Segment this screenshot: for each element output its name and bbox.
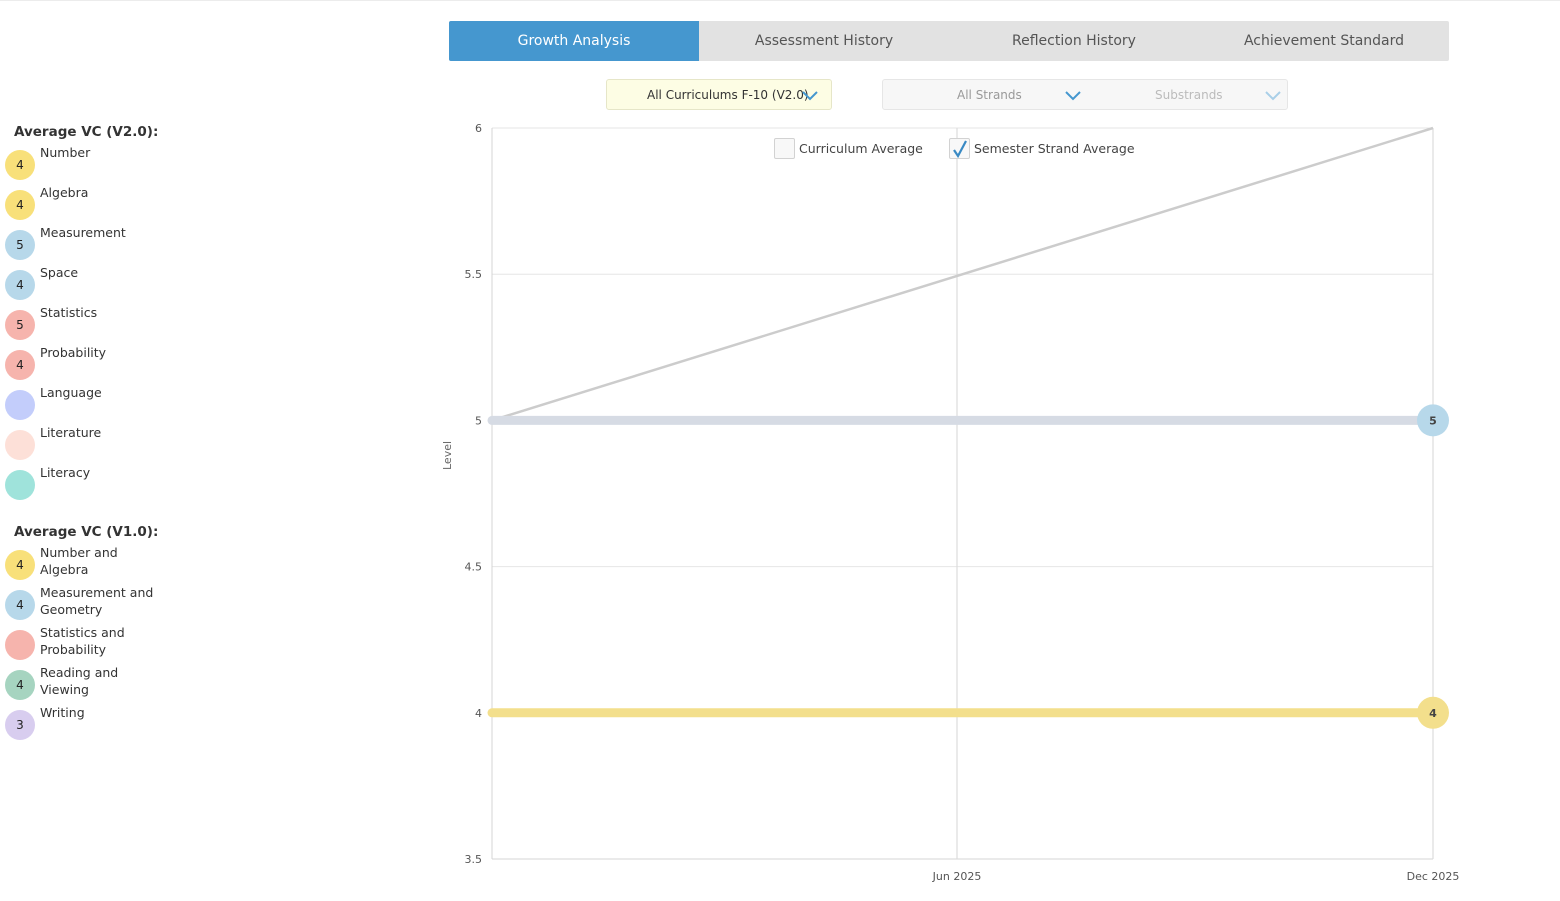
- legend-item-label: Literature: [40, 425, 102, 440]
- y-tick-label: 3.5: [465, 853, 483, 866]
- legend-level-badge: 4: [5, 670, 35, 700]
- legend-level-badge: 4: [5, 270, 35, 300]
- growth-chart: 6 5.5 5 4.5 4 3.5 Jun 2025 Dec 2025 Level 5 4 Curr…: [440, 115, 1480, 895]
- legend-group-title: Average VC (V1.0):: [14, 524, 159, 540]
- legend-item[interactable]: 4 Reading and Viewing: [5, 665, 160, 700]
- legend-item-label: Number and Algebra: [40, 545, 118, 577]
- y-tick-label: 5: [475, 414, 482, 427]
- legend-item[interactable]: Statistics and Probability: [5, 625, 160, 660]
- series-end-label: 5: [1429, 414, 1437, 427]
- legend-level-badge: [5, 630, 35, 660]
- chevron-down-icon[interactable]: [1065, 91, 1081, 101]
- legend-item-label: Space: [40, 265, 79, 280]
- curriculum-average-checkbox[interactable]: [774, 138, 795, 159]
- curriculum-average-toggle[interactable]: Curriculum Average: [774, 138, 923, 159]
- y-tick-label: 4: [475, 707, 482, 720]
- strand-select-value[interactable]: All Strands: [957, 88, 1022, 102]
- tab-assessment-history[interactable]: Assessment History: [699, 21, 949, 61]
- chevron-down-icon: [802, 91, 818, 101]
- legend-level-badge: [5, 470, 35, 500]
- legend-level-badge: [5, 430, 35, 460]
- tab-growth-analysis[interactable]: Growth Analysis: [449, 21, 699, 61]
- legend-item-label: Language: [40, 385, 102, 400]
- semester-strand-average-checkbox[interactable]: [949, 138, 970, 159]
- legend-level-badge: 4: [5, 550, 35, 580]
- legend-item-label: Statistics and Probability: [40, 625, 125, 657]
- legend-item[interactable]: 5 Statistics: [5, 305, 160, 340]
- legend-level-badge: [5, 390, 35, 420]
- legend-item[interactable]: 3 Writing: [5, 705, 160, 740]
- x-tick-label: Jun 2025: [932, 870, 982, 883]
- legend-item-label: Algebra: [40, 185, 89, 200]
- legend-item[interactable]: Language: [5, 385, 160, 420]
- legend-level-badge: 5: [5, 230, 35, 260]
- legend-level-badge: 4: [5, 590, 35, 620]
- legend-item-label: Literacy: [40, 465, 91, 480]
- curriculum-select-value: All Curriculums F-10 (V2.0): [647, 87, 809, 102]
- legend-item[interactable]: 4 Space: [5, 265, 160, 300]
- legend-item-label: Measurement: [40, 225, 126, 240]
- legend-item[interactable]: Literature: [5, 425, 160, 460]
- checkmark-icon: [953, 140, 967, 158]
- series-end-label: 4: [1429, 707, 1437, 720]
- tab-achievement-standard[interactable]: Achievement Standard: [1199, 21, 1449, 61]
- legend-level-badge: 3: [5, 710, 35, 740]
- legend-group-title: Average VC (V2.0):: [14, 124, 159, 140]
- curriculum-average-label: Curriculum Average: [799, 141, 923, 156]
- legend-item[interactable]: Literacy: [5, 465, 160, 500]
- y-tick-label: 5.5: [465, 268, 483, 281]
- legend-item-label: Statistics: [40, 305, 98, 320]
- legend-item-label: Measurement and Geometry: [40, 585, 154, 617]
- legend-level-badge: 4: [5, 350, 35, 380]
- y-tick-label: 6: [475, 122, 482, 135]
- growth-chart-svg: 6 5.5 5 4.5 4 3.5 Jun 2025 Dec 2025 Level 5 4: [441, 122, 1460, 883]
- top-divider: [0, 0, 1560, 1]
- legend-item[interactable]: 4 Algebra: [5, 185, 160, 220]
- semester-strand-average-toggle[interactable]: Semester Strand Average: [949, 138, 1135, 159]
- legend-item-label: Writing: [40, 705, 85, 720]
- legend-item-label: Reading and Viewing: [40, 665, 119, 697]
- legend-item[interactable]: 4 Measurement and Geometry: [5, 585, 160, 620]
- y-axis-title: Level: [441, 441, 454, 470]
- legend-item[interactable]: 4 Number and Algebra: [5, 545, 160, 580]
- legend-level-badge: 5: [5, 310, 35, 340]
- legend-item[interactable]: 4 Number: [5, 145, 160, 180]
- legend-item-label: Number: [40, 145, 91, 160]
- tab-reflection-history[interactable]: Reflection History: [949, 21, 1199, 61]
- legend-item[interactable]: 5 Measurement: [5, 225, 160, 260]
- x-tick-label: Dec 2025: [1407, 870, 1460, 883]
- legend-item[interactable]: 4 Probability: [5, 345, 160, 380]
- legend-level-badge: 4: [5, 190, 35, 220]
- substrand-select-value[interactable]: Substrands: [1155, 88, 1223, 102]
- semester-strand-average-label: Semester Strand Average: [974, 141, 1135, 156]
- legend-item-label: Probability: [40, 345, 107, 360]
- legend-level-badge: 4: [5, 150, 35, 180]
- tab-bar: Growth Analysis Assessment History Refle…: [449, 21, 1449, 61]
- y-tick-label: 4.5: [465, 561, 483, 574]
- strand-filter: All Strands Substrands: [882, 79, 1288, 110]
- chevron-down-icon[interactable]: [1265, 91, 1281, 101]
- curriculum-select[interactable]: All Curriculums F-10 (V2.0): [606, 79, 832, 110]
